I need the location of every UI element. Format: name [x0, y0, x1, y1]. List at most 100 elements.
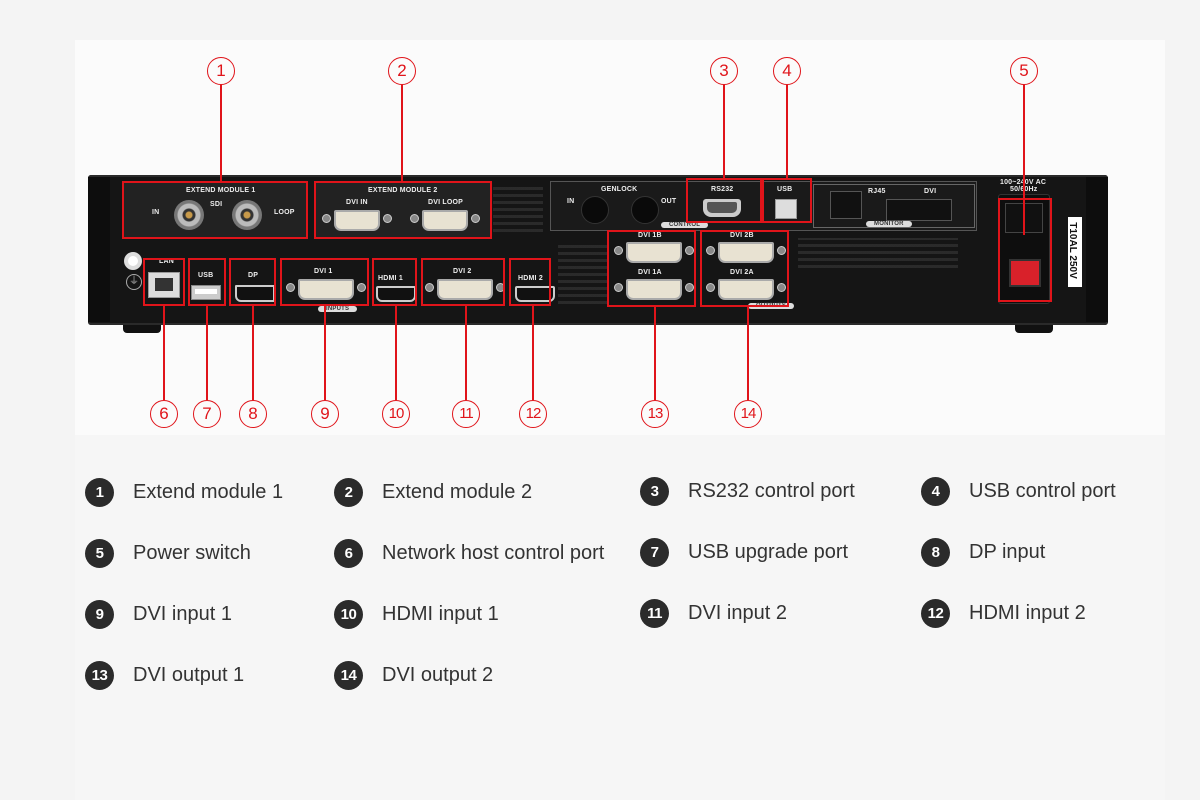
- legend-item: 1 Extend module 1: [85, 477, 283, 507]
- legend-label: USB upgrade port: [688, 540, 849, 563]
- ground-screw: [124, 252, 142, 270]
- legend-item: 7 USB upgrade port: [640, 537, 848, 567]
- legend-label: HDMI input 1: [382, 602, 499, 625]
- legend-label: USB control port: [969, 479, 1116, 502]
- vent: [798, 238, 958, 272]
- legend-item: 11 DVI input 2: [640, 598, 787, 628]
- legend-number-badge: 14: [334, 660, 363, 690]
- highlight-usb-control: [762, 178, 812, 223]
- highlight-power-switch: [998, 198, 1052, 302]
- legend-item: 4 USB control port: [921, 476, 1116, 506]
- vent: [558, 242, 608, 308]
- callout-6: 6: [150, 400, 178, 428]
- leader-line: [220, 85, 222, 181]
- legend-number-badge: 9: [85, 599, 114, 629]
- legend-item: 2 Extend module 2: [334, 477, 532, 507]
- legend-item: 8 DP input: [921, 537, 1045, 567]
- callout-10: 10: [382, 400, 410, 428]
- legend-number-badge: 12: [921, 598, 950, 628]
- rack-ear-left: [88, 177, 110, 322]
- monitor-tag: MONITOR: [866, 221, 912, 227]
- callout-7: 7: [193, 400, 221, 428]
- rj45-label: RJ45: [868, 188, 886, 195]
- legend-label: RS232 control port: [688, 479, 855, 502]
- leader-line: [1023, 85, 1025, 235]
- legend-item: 12 HDMI input 2: [921, 598, 1086, 628]
- legend-item: 5 Power switch: [85, 538, 251, 568]
- legend-label: DP input: [969, 540, 1046, 563]
- foot: [123, 325, 161, 333]
- monitor-section: RJ45 DVI MONITOR: [813, 184, 975, 228]
- legend-number-badge: 5: [85, 538, 114, 568]
- legend-number-badge: 6: [334, 538, 363, 568]
- highlight-hdmi-2: [509, 258, 551, 306]
- highlight-rs232: [686, 178, 762, 223]
- leader-line: [654, 307, 656, 400]
- highlight-extend-module-2: [314, 181, 492, 239]
- highlight-extend-module-1: [122, 181, 308, 239]
- legend-label: DVI input 2: [688, 601, 787, 624]
- highlight-usb-upgrade: [188, 258, 226, 306]
- highlight-lan: [143, 258, 185, 306]
- leader-line: [163, 306, 165, 400]
- monitor-dvi-label: DVI: [924, 188, 937, 195]
- callout-2: 2: [388, 57, 416, 85]
- leader-line: [206, 306, 208, 400]
- legend-number-badge: 2: [334, 477, 363, 507]
- callout-13: 13: [641, 400, 669, 428]
- leader-line: [401, 85, 403, 181]
- legend-number-badge: 11: [640, 598, 669, 628]
- leader-line: [723, 85, 725, 178]
- leader-line: [252, 306, 254, 400]
- highlight-dvi-output-1: [607, 230, 696, 307]
- legend-item: 10 HDMI input 1: [334, 599, 499, 629]
- callout-5: 5: [1010, 57, 1038, 85]
- legend-number-badge: 1: [85, 477, 114, 507]
- leader-line: [324, 306, 326, 400]
- leader-line: [747, 307, 749, 400]
- legend-item: 6 Network host control port: [334, 538, 604, 568]
- legend-item: 9 DVI input 1: [85, 599, 232, 629]
- callout-9: 9: [311, 400, 339, 428]
- genlock-in-label: IN: [567, 198, 575, 205]
- legend-item: 13 DVI output 1: [85, 660, 244, 690]
- leader-line: [395, 306, 397, 400]
- legend-number-badge: 4: [921, 476, 950, 506]
- rack-ear-right: [1086, 177, 1108, 322]
- legend-label: Power switch: [133, 541, 251, 564]
- legend-number-badge: 10: [334, 599, 363, 629]
- vent: [493, 184, 543, 236]
- legend-number-badge: 7: [640, 537, 669, 567]
- highlight-dvi-1: [280, 258, 369, 306]
- callout-3: 3: [710, 57, 738, 85]
- legend-number-badge: 8: [921, 537, 950, 567]
- callout-4: 4: [773, 57, 801, 85]
- callout-12: 12: [519, 400, 547, 428]
- callout-11: 11: [452, 400, 480, 428]
- fuse-rating-label: T10AL 250V: [1067, 217, 1082, 287]
- leader-line: [786, 85, 788, 178]
- legend-label: Network host control port: [382, 541, 605, 564]
- legend-label: DVI input 1: [133, 602, 232, 625]
- highlight-dp: [229, 258, 276, 306]
- legend-item: 14 DVI output 2: [334, 660, 493, 690]
- legend-number-badge: 3: [640, 476, 669, 506]
- callout-8: 8: [239, 400, 267, 428]
- legend-number-badge: 13: [85, 660, 114, 690]
- highlight-dvi-output-2: [700, 230, 789, 307]
- genlock-out-connector: [631, 196, 659, 224]
- monitor-dvi-port: [886, 199, 952, 221]
- highlight-dvi-2: [421, 258, 505, 306]
- genlock-label: GENLOCK: [601, 186, 638, 193]
- callout-1: 1: [207, 57, 235, 85]
- leader-line: [532, 306, 534, 400]
- highlight-hdmi-1: [372, 258, 417, 306]
- legend-label: HDMI input 2: [969, 601, 1086, 624]
- genlock-in-connector: [581, 196, 609, 224]
- foot: [1015, 325, 1053, 333]
- legend-label: DVI output 1: [133, 663, 245, 686]
- ground-symbol-icon: ⏚: [126, 274, 142, 290]
- legend-label: DVI output 2: [382, 663, 494, 686]
- legend-label: Extend module 1: [133, 480, 284, 503]
- legend-label: Extend module 2: [382, 480, 533, 503]
